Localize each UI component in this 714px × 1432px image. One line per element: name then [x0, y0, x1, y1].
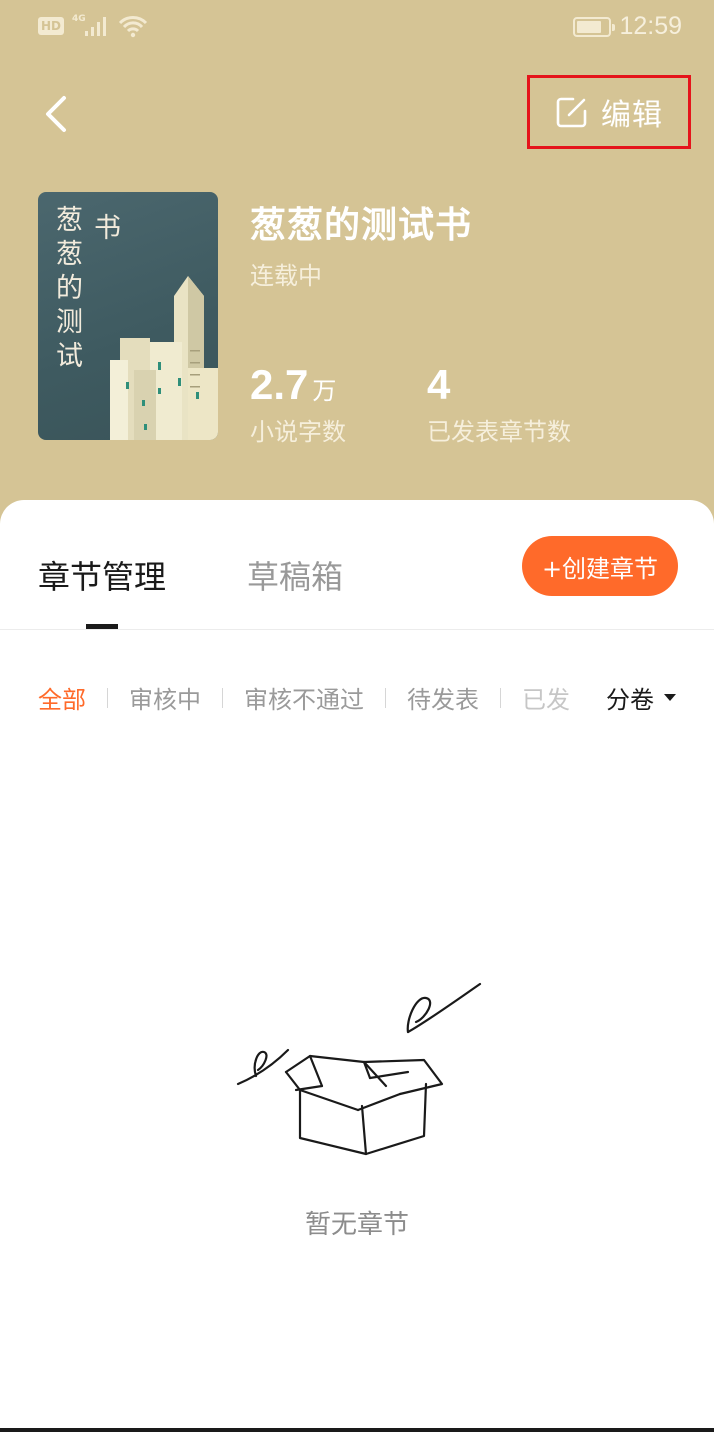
clock: 12:59 — [619, 12, 682, 40]
word-count-unit: 万 — [312, 377, 337, 405]
filter-separator — [107, 687, 108, 708]
status-left: HD 4G — [38, 14, 148, 38]
status-filter-bar: 全部 审核中 审核不通过 待发表 已发 — [38, 680, 572, 715]
edit-label: 编辑 — [601, 98, 663, 133]
chapters-value: 4 — [427, 361, 451, 408]
signal-icon — [84, 17, 106, 36]
volume-select-label: 分卷 — [606, 686, 654, 714]
network-label: 4G — [72, 14, 86, 24]
filter-separator — [385, 687, 386, 708]
edit-button[interactable]: 编辑 — [527, 75, 691, 149]
chapter-sheet: 章节管理 草稿箱 +创建章节 全部 审核中 审核不通过 待发表 已发 分卷 暂无… — [0, 500, 714, 1432]
cover-buildings-image — [110, 276, 218, 440]
chevron-left-icon — [46, 96, 66, 132]
chapters-label: 已发表章节数 — [427, 418, 571, 446]
edit-icon — [556, 97, 587, 128]
filter-published[interactable]: 已发 — [522, 680, 572, 715]
empty-state-text: 暂无章节 — [304, 1210, 409, 1240]
create-chapter-button[interactable]: +创建章节 — [522, 536, 678, 596]
book-cover[interactable]: 葱 葱 的 测 试 书 — [38, 192, 218, 440]
battery-icon — [573, 16, 616, 37]
filter-separator — [500, 687, 501, 708]
book-status: 连载中 — [250, 262, 322, 290]
filter-pending[interactable]: 待发表 — [407, 680, 479, 715]
volume-select[interactable]: 分卷 — [606, 680, 676, 715]
status-bar: HD 4G 12:59 — [0, 0, 714, 52]
divider — [0, 629, 714, 630]
book-title: 葱葱的测试书 — [250, 205, 473, 246]
tab-drafts[interactable]: 草稿箱 — [247, 552, 343, 598]
filter-all[interactable]: 全部 — [38, 680, 86, 715]
hd-badge: HD — [38, 17, 65, 35]
back-button[interactable] — [30, 88, 82, 140]
filter-reviewing[interactable]: 审核中 — [129, 680, 201, 715]
word-count-value: 2.7 — [250, 361, 309, 408]
filter-separator — [222, 687, 223, 708]
tab-chapter-management[interactable]: 章节管理 — [38, 552, 166, 598]
caret-down-icon — [664, 694, 676, 701]
word-count-stat: 2.7 万 小说字数 — [250, 362, 346, 447]
empty-box-icon — [236, 982, 482, 1156]
filter-rejected[interactable]: 审核不通过 — [244, 680, 364, 715]
wifi-icon — [118, 16, 147, 38]
word-count-label: 小说字数 — [250, 418, 346, 446]
chapters-stat: 4 已发表章节数 — [427, 362, 571, 447]
bottom-edge — [0, 1428, 714, 1432]
status-right: 12:59 — [573, 12, 682, 41]
book-header: HD 4G 12:59 编辑 葱 葱 的 测 试 书 葱葱的测试书 连载中 2.… — [0, 0, 714, 540]
